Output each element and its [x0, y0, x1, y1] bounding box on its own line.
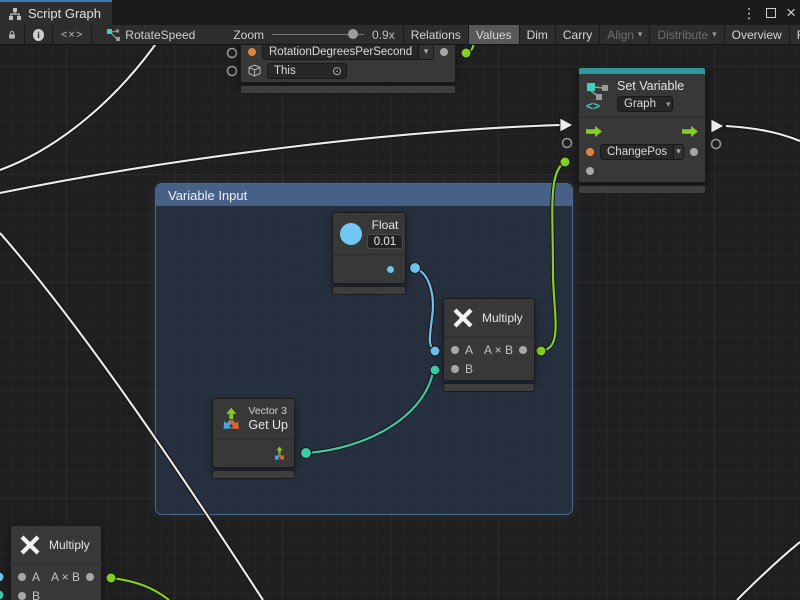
graph-node-icon: [106, 28, 120, 42]
node-float-literal[interactable]: Float 0.01: [332, 212, 406, 295]
tab-script-graph[interactable]: Script Graph: [0, 0, 112, 25]
control-out-arrow[interactable]: [682, 126, 698, 137]
node-title: Multiply: [49, 538, 90, 552]
node-multiply-bottom[interactable]: Multiply A A × B B: [10, 525, 102, 600]
variable-scope-dropdown[interactable]: Graph ▾: [617, 96, 673, 112]
chevron-down-icon: ▾: [712, 29, 717, 40]
port-vector3-out-icon[interactable]: [272, 446, 287, 461]
node-type-label: Vector 3: [248, 405, 288, 417]
node-footer: [240, 85, 456, 94]
code-view-button[interactable]: <×>: [53, 25, 92, 44]
zoom-slider[interactable]: [272, 34, 364, 35]
node-footer: [578, 185, 706, 194]
chevron-down-icon: ▾: [638, 29, 643, 40]
title-bar: Script Graph ⋮ ×: [0, 0, 800, 25]
port-a-label: A: [32, 570, 40, 584]
window-menu-icon[interactable]: ⋮: [742, 6, 756, 20]
port-b[interactable]: [451, 365, 459, 373]
multiply-icon: [18, 533, 42, 557]
node-set-variable[interactable]: <> Set Variable Graph ▾: [578, 67, 706, 194]
set-variable-icon: <>: [586, 81, 610, 111]
distribute-button[interactable]: Distribute▾: [650, 25, 724, 44]
port-a-label: A: [465, 343, 473, 357]
chevron-down-icon[interactable]: ▾: [418, 45, 433, 59]
overview-button[interactable]: Overview: [725, 25, 790, 44]
info-icon: i: [33, 29, 44, 41]
port-out[interactable]: [519, 346, 527, 354]
port-value-in[interactable]: [586, 167, 594, 175]
dim-button[interactable]: Dim: [520, 25, 556, 44]
group-title: Variable Input: [168, 188, 247, 203]
port-out-label: A × B: [484, 343, 513, 357]
port-out-label: A × B: [51, 570, 80, 584]
node-title: Get Up: [248, 418, 288, 432]
variable-name-dropdown[interactable]: RotationDegreesPerSecond ▾: [262, 44, 434, 60]
chevron-down-icon[interactable]: ▾: [673, 145, 683, 159]
zoom-label: Zoom: [233, 28, 264, 42]
port-value-out[interactable]: [440, 48, 448, 56]
node-footer: [212, 470, 295, 479]
port-b[interactable]: [18, 592, 26, 600]
align-button[interactable]: Align▾: [600, 25, 650, 44]
lock-icon: [8, 29, 16, 41]
node-footer: [443, 383, 535, 392]
chevron-down-icon: ▾: [666, 99, 673, 110]
script-graph-window: Variable Input: [0, 0, 800, 600]
tab-title: Script Graph: [28, 6, 101, 21]
fullscreen-button[interactable]: Full Screen: [790, 25, 800, 44]
port-variable-name[interactable]: [248, 48, 256, 56]
port-a[interactable]: [451, 346, 459, 354]
port-float-out[interactable]: [387, 266, 394, 273]
node-footer: [332, 286, 406, 295]
port-b-label: B: [465, 362, 473, 376]
float-value-input[interactable]: 0.01: [367, 234, 403, 249]
node-title: Multiply: [482, 311, 523, 325]
graph-hierarchy-icon: [8, 7, 22, 21]
node-get-variable[interactable]: RotationDegreesPerSecond ▾ This ⊙: [240, 38, 456, 94]
node-get-up[interactable]: Vector 3 Get Up: [212, 398, 295, 479]
zoom-value: 0.9x: [372, 28, 395, 42]
zoom-slider-handle[interactable]: [348, 29, 358, 39]
float-icon: [340, 223, 362, 245]
object-picker-icon[interactable]: ⊙: [332, 64, 346, 78]
zoom-control: Zoom 0.9x: [203, 25, 402, 44]
node-title: Float: [372, 218, 399, 232]
graph-breadcrumb[interactable]: RotateSpeed: [92, 25, 203, 44]
target-field[interactable]: This ⊙: [267, 63, 347, 79]
group-header[interactable]: Variable Input: [156, 184, 572, 206]
multiply-icon: [451, 306, 475, 330]
port-out[interactable]: [86, 573, 94, 581]
port-a[interactable]: [18, 573, 26, 581]
node-title: Set Variable: [617, 79, 684, 93]
carry-button[interactable]: Carry: [556, 25, 600, 44]
node-multiply-group[interactable]: Multiply A A × B B: [443, 298, 535, 392]
maximize-icon[interactable]: [766, 8, 776, 18]
relations-button[interactable]: Relations: [403, 25, 469, 44]
vector3-icon: [219, 406, 243, 432]
variable-name-dropdown[interactable]: ChangePos ▾: [600, 144, 684, 160]
port-variable-name[interactable]: [586, 148, 594, 156]
code-icon: <×>: [61, 29, 83, 41]
close-icon[interactable]: ×: [786, 4, 796, 21]
graph-name: RotateSpeed: [125, 28, 195, 42]
cube-icon: [248, 64, 261, 77]
port-value-out[interactable]: [690, 148, 698, 156]
svg-text:<>: <>: [586, 99, 600, 111]
lock-button[interactable]: [0, 25, 25, 44]
info-button[interactable]: i: [25, 25, 53, 44]
values-button[interactable]: Values: [469, 25, 520, 44]
port-b-label: B: [32, 589, 40, 600]
graph-toolbar: i <×> RotateSpeed Zoom 0.9x Relations Va…: [0, 25, 800, 45]
control-in-arrow[interactable]: [586, 126, 602, 137]
